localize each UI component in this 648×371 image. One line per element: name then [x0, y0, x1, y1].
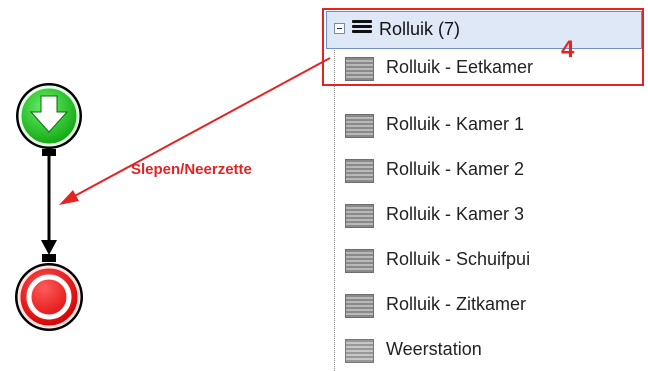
start-node[interactable] — [16, 83, 82, 149]
shutter-icon — [345, 204, 374, 228]
tree-item-weerstation[interactable]: Weerstation — [340, 332, 640, 366]
tree-item-label: Weerstation — [386, 339, 482, 359]
shutter-icon — [345, 114, 374, 138]
tree-item-schuifpui[interactable]: Rolluik - Schuifpui — [340, 242, 640, 276]
step-number: 4 — [561, 36, 575, 63]
tree-item-kamer-2[interactable]: Rolluik - Kamer 2 — [340, 152, 640, 186]
tree-item-label: Rolluik - Zitkamer — [386, 294, 527, 314]
tree-item-label: Rolluik - Kamer 3 — [386, 204, 525, 224]
shutter-icon — [345, 339, 374, 363]
shutter-icon — [345, 294, 374, 318]
flow-diagram — [15, 83, 83, 331]
drag-instruction: Slepen/Neerzette — [131, 161, 252, 178]
tree-item-label: Rolluik - Schuifpui — [386, 249, 531, 269]
highlight-box — [322, 8, 644, 86]
shutter-icon — [345, 249, 374, 273]
end-node[interactable] — [15, 263, 83, 331]
tree-item-label: Rolluik - Kamer 1 — [386, 114, 525, 134]
tree-item-label: Rolluik - Kamer 2 — [386, 159, 525, 179]
shutter-icon — [345, 159, 374, 183]
tree-guide-line — [334, 48, 335, 371]
tree-item-kamer-1[interactable]: Rolluik - Kamer 1 — [340, 107, 640, 141]
tree-item-zitkamer[interactable]: Rolluik - Zitkamer — [340, 287, 640, 321]
tree-item-kamer-3[interactable]: Rolluik - Kamer 3 — [340, 197, 640, 231]
